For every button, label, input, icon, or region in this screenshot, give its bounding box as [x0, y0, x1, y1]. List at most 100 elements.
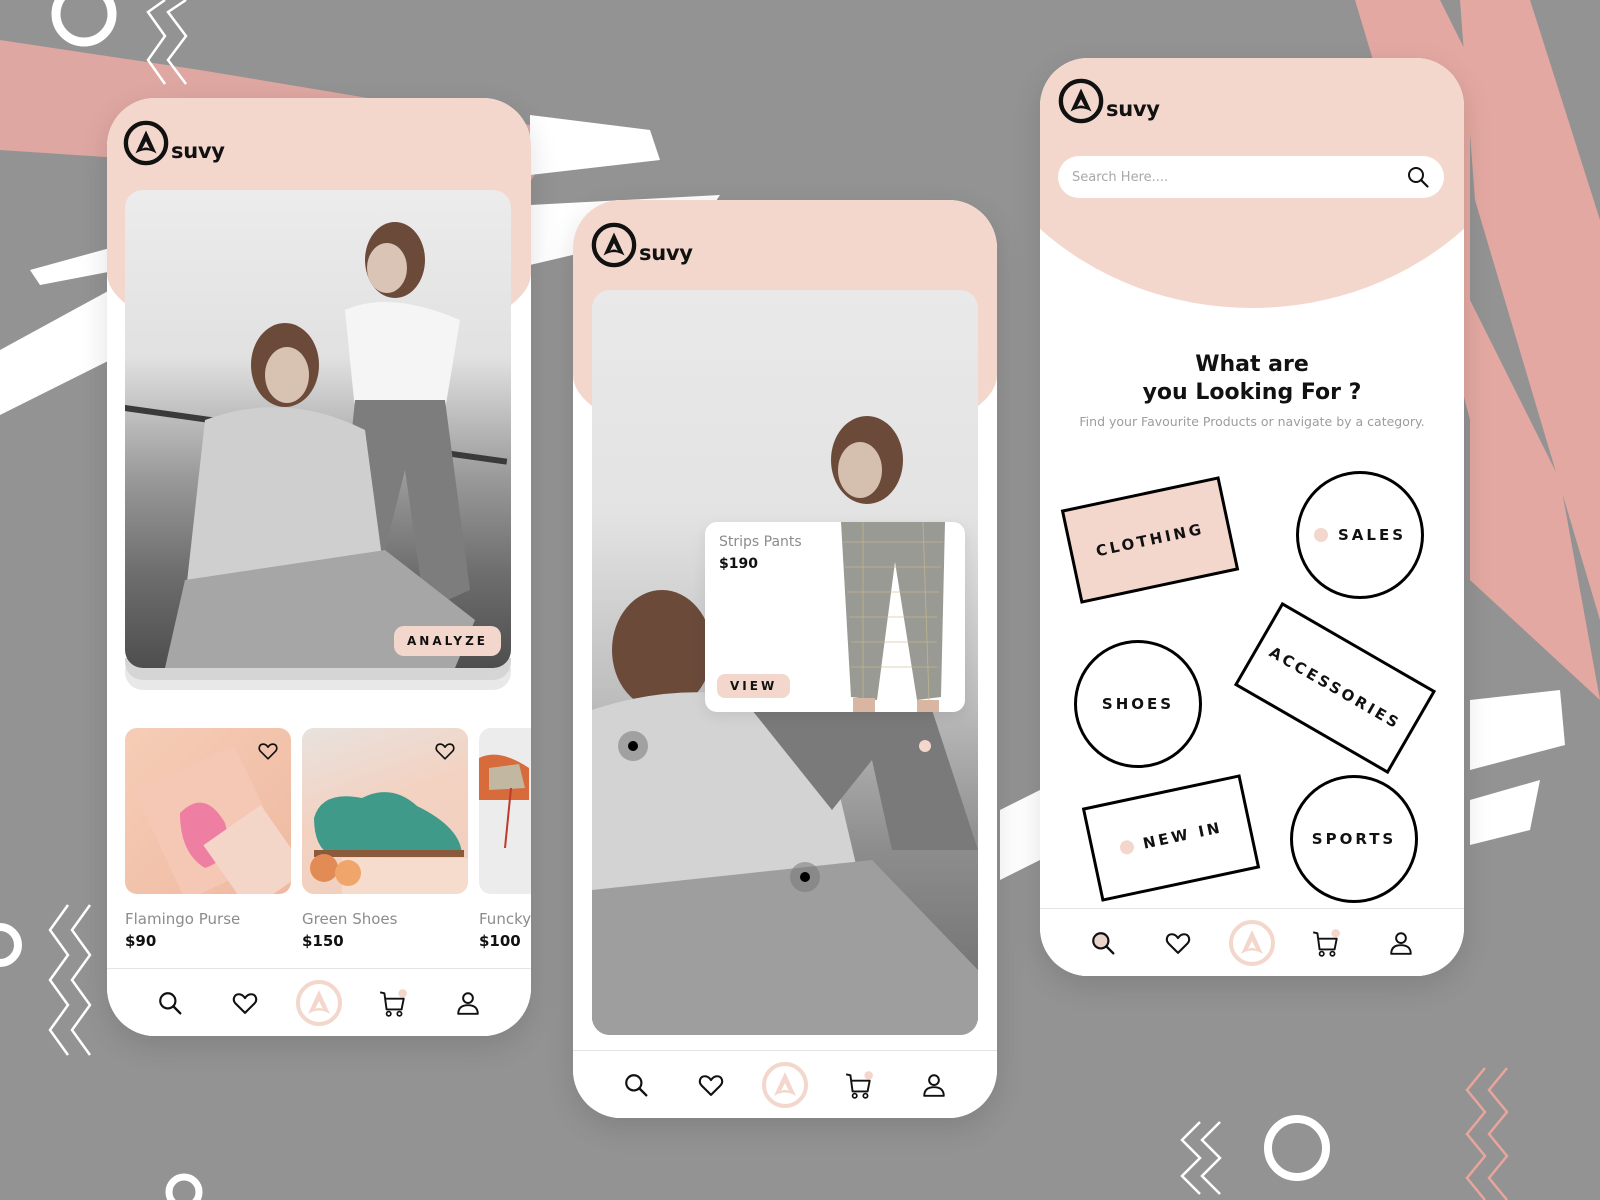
product-hotspot[interactable] [618, 731, 648, 761]
product-image [302, 728, 468, 894]
popup-product-name: Strips Pants [719, 534, 802, 550]
nav-search[interactable] [146, 979, 194, 1027]
page-title: What are you Looking For ? [1040, 351, 1464, 407]
pink-brush-stroke [1460, 0, 1600, 620]
analyze-button[interactable]: ANALYZE [394, 626, 501, 656]
zigzag-decoration [1465, 1067, 1509, 1200]
suvy-logo-icon [1058, 78, 1104, 124]
product-popup[interactable]: Strips Pants $190 VIEW [705, 522, 965, 712]
brand-name: suvy [171, 139, 225, 163]
product-card[interactable]: Funcky $100 [479, 728, 531, 950]
new-indicator-dot [1118, 839, 1135, 856]
category-sports[interactable]: SPORTS [1290, 775, 1418, 903]
ring-decoration [51, 0, 117, 47]
analyze-photo: Strips Pants $190 VIEW [592, 290, 978, 1035]
search-icon[interactable] [1406, 165, 1430, 189]
brand-logo[interactable]: suvy [591, 222, 693, 268]
brand-name: suvy [639, 241, 693, 265]
category-label: ACCESSORIES [1266, 643, 1404, 733]
heart-icon [231, 989, 259, 1017]
product-image [125, 728, 291, 894]
white-brush-stroke [1000, 790, 1040, 880]
category-new-in[interactable]: NEW IN [1081, 774, 1261, 902]
suvy-logo-icon [123, 120, 169, 166]
white-brush-stroke [30, 248, 110, 285]
search-bar [1058, 156, 1444, 198]
white-brush-stroke [1470, 690, 1565, 770]
nav-home[interactable] [295, 979, 343, 1027]
nav-cart[interactable] [1302, 919, 1350, 967]
nav-search[interactable] [612, 1061, 660, 1109]
category-label: NEW IN [1141, 818, 1225, 853]
category-shoes[interactable]: SHOES [1074, 640, 1202, 768]
phone-screen-analyze: suvy Strips Pants $190 VIEW [573, 200, 997, 1118]
nav-profile[interactable] [1377, 919, 1425, 967]
pants-illustration [841, 522, 945, 712]
nav-profile[interactable] [910, 1061, 958, 1109]
search-input[interactable] [1072, 169, 1406, 185]
cart-icon [844, 1070, 874, 1100]
category-sales[interactable]: SALES [1296, 471, 1424, 599]
product-name: Flamingo Purse [125, 910, 241, 928]
user-icon [1388, 930, 1414, 956]
product-carousel[interactable]: Flamingo Purse $90 Green Shoes $150 Func… [125, 728, 531, 950]
product-price: $100 [479, 932, 521, 950]
nav-home[interactable] [761, 1061, 809, 1109]
heart-icon[interactable] [434, 740, 456, 762]
product-image [479, 728, 531, 894]
popup-product-price: $190 [719, 556, 758, 572]
nav-search-active[interactable] [1079, 919, 1127, 967]
suvy-logo-icon [761, 1060, 809, 1110]
view-button[interactable]: VIEW [717, 674, 791, 698]
category-label: SHOES [1101, 695, 1175, 713]
category-accessories[interactable]: ACCESSORIES [1233, 601, 1437, 775]
user-icon [455, 990, 481, 1016]
product-card[interactable]: Flamingo Purse $90 [125, 728, 291, 950]
ring-decoration [1264, 1115, 1330, 1181]
nav-favorites[interactable] [1154, 919, 1202, 967]
ring-decoration [165, 1173, 203, 1200]
search-icon [157, 990, 183, 1016]
suvy-logo-icon [1228, 918, 1276, 968]
search-icon [623, 1072, 649, 1098]
product-name: Funcky [479, 910, 531, 928]
nav-favorites[interactable] [687, 1061, 735, 1109]
brand-logo[interactable]: suvy [1058, 78, 1160, 124]
hotspot-dot [628, 741, 638, 751]
nav-cart[interactable] [835, 1061, 883, 1109]
cart-icon [1311, 928, 1341, 958]
category-clothing[interactable]: CLOTHING [1060, 476, 1240, 604]
page-subtitle: Find your Favourite Products or navigate… [1079, 414, 1425, 429]
page-title-line: you Looking For ? [1142, 380, 1362, 405]
page-title-line: What are [1195, 352, 1309, 377]
product-price: $90 [125, 932, 157, 950]
suvy-logo-icon [295, 978, 343, 1028]
suvy-logo-icon [591, 222, 637, 268]
sneaker-illustration [479, 754, 529, 849]
bottom-nav [107, 968, 531, 1036]
product-name: Green Shoes [302, 910, 398, 928]
brand-logo[interactable]: suvy [123, 120, 225, 166]
white-brush-stroke [530, 115, 660, 175]
nav-home[interactable] [1228, 919, 1276, 967]
search-icon [1092, 931, 1115, 954]
new-indicator-dot [1313, 528, 1328, 542]
product-price: $150 [302, 932, 344, 950]
product-hotspot-active[interactable] [919, 740, 931, 752]
hero-photo-illustration [125, 222, 508, 668]
pink-brush-stroke [1470, 300, 1600, 700]
heart-icon [1164, 929, 1192, 957]
user-icon [921, 1072, 947, 1098]
nav-profile[interactable] [444, 979, 492, 1027]
nav-favorites[interactable] [221, 979, 269, 1027]
hero-photo: ANALYZE [125, 190, 511, 668]
category-label: CLOTHING [1094, 519, 1206, 561]
heart-icon [697, 1071, 725, 1099]
white-brush-stroke [1470, 780, 1540, 845]
cart-icon [378, 988, 408, 1018]
heart-icon[interactable] [257, 740, 279, 762]
product-card[interactable]: Green Shoes $150 [302, 728, 468, 950]
nav-cart[interactable] [369, 979, 417, 1027]
bottom-nav [1040, 908, 1464, 976]
product-hotspot[interactable] [790, 862, 820, 892]
